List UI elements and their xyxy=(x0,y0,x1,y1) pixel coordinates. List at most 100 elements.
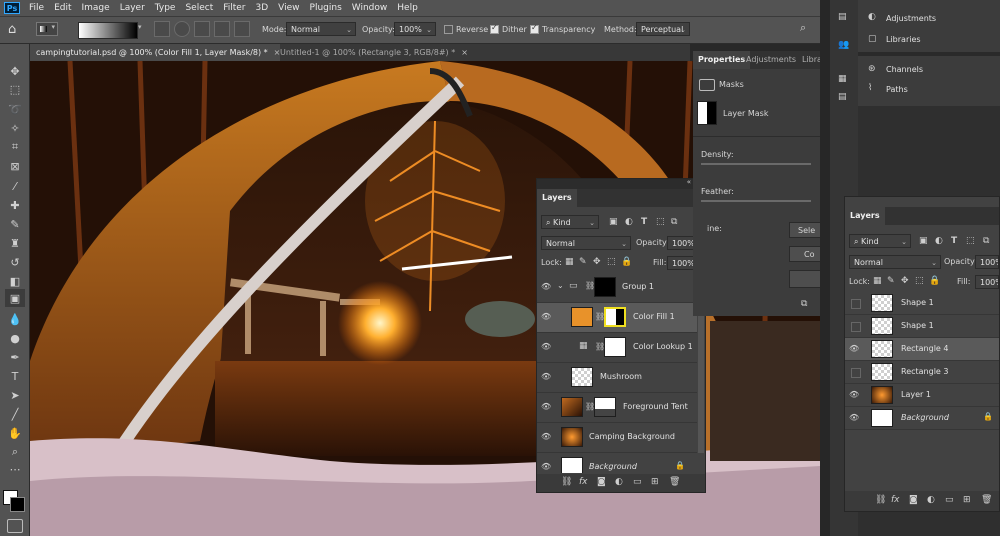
tab-layers[interactable]: Layers xyxy=(537,189,577,207)
blend-mode-select[interactable]: Normal ⌄ xyxy=(849,255,941,269)
layer-mask-preview[interactable] xyxy=(697,101,717,125)
adjustment-mask-thumbnail[interactable] xyxy=(604,337,626,357)
new-layer-icon[interactable]: ⊞ xyxy=(651,477,659,487)
visibility-toggle[interactable] xyxy=(851,322,861,332)
menu-window[interactable]: Window xyxy=(347,3,393,13)
quick-mask-icon[interactable] xyxy=(7,519,23,533)
filter-type-icon[interactable]: T xyxy=(951,236,957,246)
line-tool-icon[interactable]: ╱ xyxy=(5,405,25,423)
menu-3d[interactable]: 3D xyxy=(251,3,274,13)
color-fill-thumbnail[interactable] xyxy=(571,307,593,327)
menu-layer[interactable]: Layer xyxy=(115,3,150,13)
filter-type-icon[interactable]: T xyxy=(641,217,647,227)
lasso-tool-icon[interactable]: ➰ xyxy=(5,100,25,118)
tool-preset-picker[interactable]: ▾ xyxy=(36,22,58,36)
lock-position-icon[interactable]: ✥ xyxy=(593,257,601,267)
adjustments-icon[interactable]: ◐ xyxy=(868,12,876,22)
layer-thumbnail[interactable] xyxy=(871,409,893,427)
layer-thumbnail[interactable] xyxy=(871,363,893,381)
layer-opacity-input[interactable]: 100% xyxy=(975,255,999,269)
layer-row-layer-1[interactable]: 👁 Layer 1 xyxy=(845,384,999,407)
background-color-swatch[interactable] xyxy=(10,497,25,512)
layer-mask-thumbnail[interactable] xyxy=(604,307,626,327)
filter-pixel-icon[interactable]: ▣ xyxy=(609,217,618,227)
layer-row-camping-background[interactable]: 👁 Camping Background xyxy=(537,423,697,453)
menu-view[interactable]: View xyxy=(273,3,304,13)
layer-thumbnail[interactable] xyxy=(871,386,893,404)
transparency-checkbox[interactable] xyxy=(530,23,539,34)
feather-slider[interactable] xyxy=(701,200,811,202)
visibility-eye-icon[interactable]: 👁 xyxy=(541,313,551,321)
layer-thumbnail[interactable] xyxy=(871,294,893,312)
pen-tool-icon[interactable]: ✒ xyxy=(5,348,25,366)
blur-tool-icon[interactable]: 💧 xyxy=(5,310,25,328)
path-selection-tool-icon[interactable]: ➤ xyxy=(5,386,25,404)
layer-row-rectangle-3[interactable]: Rectangle 3 xyxy=(845,361,999,384)
lock-all-icon[interactable]: 🔒 xyxy=(929,276,940,286)
filter-shape-icon[interactable]: ⬚ xyxy=(966,236,975,246)
visibility-eye-icon[interactable]: 👁 xyxy=(849,414,859,422)
invert-button[interactable] xyxy=(789,270,823,288)
new-layer-icon[interactable]: ⊞ xyxy=(963,495,971,505)
menu-image[interactable]: Image xyxy=(77,3,115,13)
layer-fill-input[interactable]: 100% xyxy=(975,275,999,289)
mode-select[interactable]: Normal ⌄ xyxy=(286,22,356,36)
layer-thumbnail[interactable] xyxy=(561,397,583,417)
new-group-icon[interactable]: ▭ xyxy=(633,477,642,487)
lock-artboard-icon[interactable]: ⬚ xyxy=(607,257,616,267)
layer-filter-kind[interactable]: ⌕ Kind ⌄ xyxy=(849,234,911,248)
lock-image-icon[interactable]: ✎ xyxy=(579,257,587,267)
history-icon[interactable]: ▤ xyxy=(838,12,847,22)
visibility-toggle[interactable] xyxy=(851,368,861,378)
panel-item-adjustments[interactable]: Adjustments xyxy=(886,14,936,23)
reverse-checkbox[interactable] xyxy=(444,25,453,34)
panel-item-libraries[interactable]: Libraries xyxy=(886,35,921,44)
layer-thumbnail[interactable] xyxy=(571,367,593,387)
layer-row-group-1[interactable]: 👁 ⌄ ▭ ⛓ Group 1 xyxy=(537,273,697,303)
panel-item-channels[interactable]: Channels xyxy=(886,65,923,74)
panel-drag-bar[interactable]: « × xyxy=(537,178,705,189)
menu-file[interactable]: File xyxy=(24,3,49,13)
angle-gradient-button[interactable] xyxy=(194,21,210,37)
dodge-tool-icon[interactable]: ● xyxy=(5,329,25,347)
eyedropper-tool-icon[interactable]: ⁄ xyxy=(5,177,25,195)
layer-row-background[interactable]: 👁 Background 🔒 xyxy=(537,453,697,473)
fx-icon[interactable]: fx xyxy=(579,477,588,487)
libraries-icon[interactable]: ▢ xyxy=(868,34,877,44)
lock-transparent-icon[interactable]: ▦ xyxy=(565,257,574,267)
trash-icon[interactable]: 🗑 xyxy=(669,477,680,487)
opacity-input[interactable]: 100% ⌄ xyxy=(394,22,436,36)
menu-select[interactable]: Select xyxy=(180,3,218,13)
visibility-eye-icon[interactable]: 👁 xyxy=(541,343,551,351)
layer-row-color-fill-1[interactable]: 👁 ⛓ Color Fill 1 xyxy=(537,303,697,333)
link-layers-icon[interactable]: ⛓ xyxy=(561,477,572,487)
layer-mask-thumbnail[interactable] xyxy=(594,397,616,417)
visibility-toggle[interactable] xyxy=(851,299,861,309)
filter-adjustment-icon[interactable]: ◐ xyxy=(935,236,943,246)
tab-campingtutorial[interactable]: campingtutorial.psd @ 100% (Color Fill 1… xyxy=(30,44,280,61)
color-range-button[interactable]: Co xyxy=(789,246,821,262)
paths-icon[interactable]: ⌇ xyxy=(868,83,872,93)
mask-actions-icon[interactable]: ⧉ xyxy=(801,299,807,309)
crop-tool-icon[interactable]: ⌗ xyxy=(5,138,25,156)
history-brush-tool-icon[interactable]: ↺ xyxy=(5,253,25,271)
visibility-eye-icon[interactable]: 👁 xyxy=(849,345,859,353)
new-adjustment-icon[interactable]: ◐ xyxy=(927,495,935,505)
home-icon[interactable]: ⌂ xyxy=(8,22,24,38)
reflected-gradient-button[interactable] xyxy=(214,21,230,37)
menu-edit[interactable]: Edit xyxy=(49,3,76,13)
radial-gradient-button[interactable] xyxy=(174,21,190,37)
tab-adjustments[interactable]: Adjustments xyxy=(741,51,801,69)
linear-gradient-button[interactable] xyxy=(154,21,170,37)
panel-item-paths[interactable]: Paths xyxy=(886,85,908,94)
visibility-eye-icon[interactable]: 👁 xyxy=(849,391,859,399)
people-icon[interactable]: 👥 xyxy=(838,40,849,50)
layer-row-shape-1[interactable]: Shape 1 xyxy=(845,292,999,315)
dither-checkbox[interactable] xyxy=(490,23,499,34)
visibility-eye-icon[interactable]: 👁 xyxy=(541,463,551,471)
menu-type[interactable]: Type xyxy=(150,3,181,13)
tab-untitled-1[interactable]: Untitled-1 @ 100% (Rectangle 3, RGB/8#) … xyxy=(274,44,468,61)
lock-image-icon[interactable]: ✎ xyxy=(887,276,895,286)
more-tools-icon[interactable]: ⋯ xyxy=(5,460,25,478)
hand-tool-icon[interactable]: ✋ xyxy=(5,424,25,442)
